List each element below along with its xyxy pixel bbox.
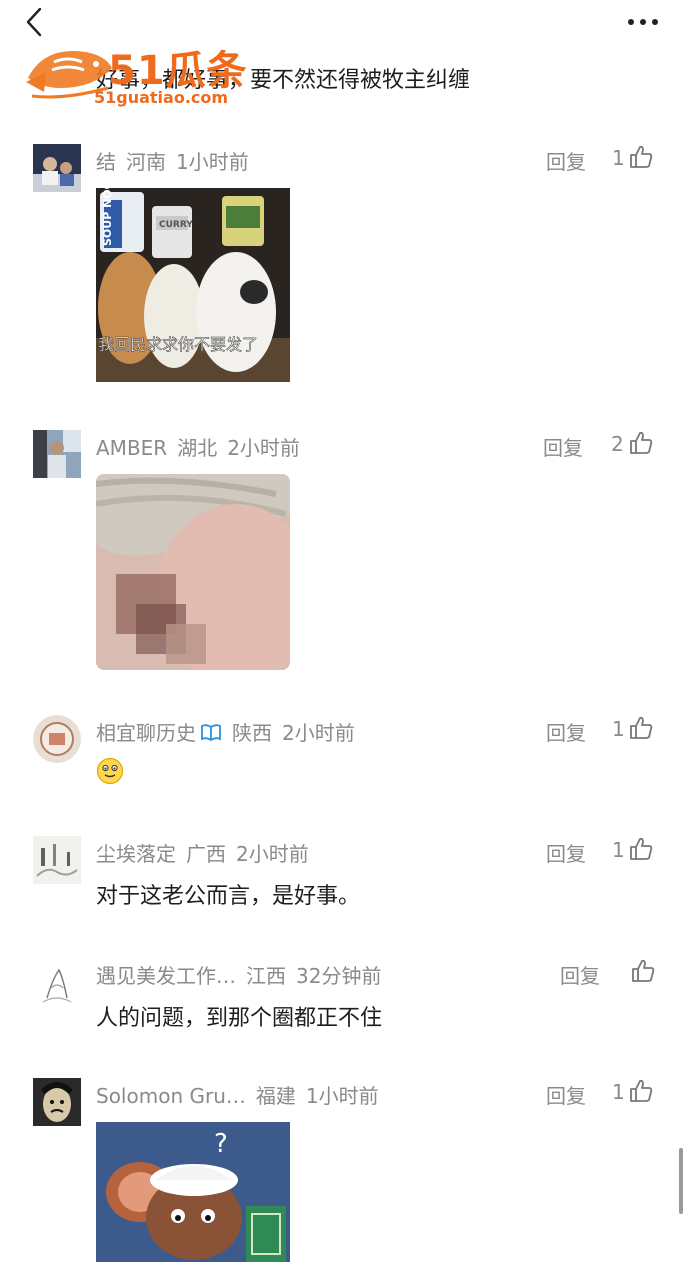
image-caption: 我回民求求你不要发了 [98, 335, 258, 354]
username[interactable]: 遇见美发工作… [96, 964, 236, 988]
comment-text: 对于这老公而言，是好事。 [96, 884, 361, 909]
reply-button[interactable]: 回复 [560, 960, 600, 989]
cup-label: CURRY [159, 220, 193, 230]
thumbs-up-icon[interactable] [628, 144, 654, 170]
timestamp: 2小时前 [227, 436, 300, 460]
like-count: 1 [612, 146, 625, 170]
username[interactable]: AMBER [96, 436, 167, 460]
comment-text: 人的问题，到那个圈都正不住 [96, 1006, 383, 1031]
username[interactable]: 结 [96, 150, 116, 174]
timestamp: 2小时前 [236, 842, 309, 866]
timestamp: 1小时前 [305, 1084, 379, 1108]
region: 湖北 [177, 436, 218, 460]
reply-button[interactable]: 回复 [546, 717, 586, 746]
thumbs-up-icon[interactable] [628, 836, 654, 862]
region: 广西 [186, 842, 226, 866]
reply-button[interactable]: 回复 [546, 146, 586, 175]
region: 陕西 [232, 721, 272, 745]
comment-meta: 结河南 1小时前 [96, 146, 259, 175]
cup-label: SOUP NOODLE [101, 188, 114, 246]
ellipsis-icon[interactable] [626, 16, 660, 28]
comment-meta: AMBER 湖北 2小时前 [96, 432, 310, 461]
smile-emoji-icon [96, 757, 124, 785]
reply-button[interactable]: 回复 [543, 432, 583, 461]
like-count: 1 [612, 838, 625, 862]
avatar[interactable] [33, 430, 81, 478]
question-mark: ? [214, 1129, 228, 1159]
verified-book-icon [201, 724, 221, 742]
thumbs-up-icon[interactable] [630, 958, 656, 984]
avatar[interactable] [33, 144, 81, 192]
username[interactable]: 相宜聊历史 [96, 721, 196, 745]
avatar[interactable] [33, 958, 81, 1006]
watermark-logo: 51瓜条 51guatiao.com [24, 36, 264, 108]
avatar[interactable] [33, 715, 81, 763]
reply-button[interactable]: 回复 [546, 1080, 586, 1109]
like-count: 1 [612, 1080, 625, 1104]
chevron-left-icon[interactable] [22, 6, 50, 38]
region: 福建 [255, 1084, 296, 1108]
like-count: 2 [611, 432, 624, 456]
comment-image-blurred[interactable] [96, 474, 290, 670]
timestamp: 1小时前 [176, 150, 249, 174]
username[interactable]: 尘埃落定 [96, 842, 176, 866]
comment-meta: 尘埃落定 广西 2小时前 [96, 838, 319, 867]
avatar[interactable] [33, 1078, 81, 1126]
thumbs-up-icon[interactable] [628, 430, 654, 456]
like-count: 1 [612, 717, 625, 741]
comment-meta: Solomon Gru… 福建 1小时前 [96, 1080, 389, 1109]
scrollbar[interactable] [679, 1148, 683, 1214]
thumbs-up-icon[interactable] [628, 715, 654, 741]
comment-image-cats[interactable]: SOUP NOODLE CURRY 我回民求求你不要发了 [96, 188, 290, 382]
comment-meta: 遇见美发工作… 江西 32分钟前 [96, 960, 391, 989]
avatar[interactable] [33, 836, 81, 884]
thumbs-up-icon[interactable] [628, 1078, 654, 1104]
username[interactable]: Solomon Gru… [96, 1084, 246, 1108]
region: 江西 [246, 964, 286, 988]
timestamp: 2小时前 [282, 721, 355, 745]
watermark-domain: 51guatiao.com [94, 88, 229, 107]
comment-meta: 相宜聊历史 陕西 2小时前 [96, 717, 365, 746]
reply-button[interactable]: 回复 [546, 838, 586, 867]
comment-image-cartoon-mouse[interactable]: ? [96, 1122, 290, 1262]
region: 河南 [126, 150, 166, 174]
timestamp: 32分钟前 [296, 964, 382, 988]
